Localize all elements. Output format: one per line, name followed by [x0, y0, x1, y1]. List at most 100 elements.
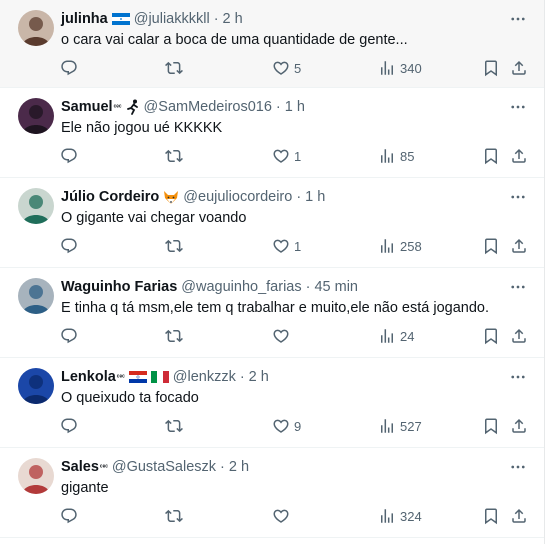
like-button[interactable]: 1	[272, 145, 301, 167]
like-button[interactable]	[272, 325, 294, 347]
bookmark-icon	[482, 147, 500, 165]
repost-button[interactable]	[165, 325, 187, 347]
repost-button[interactable]	[165, 145, 187, 167]
share-button[interactable]	[510, 415, 528, 437]
bookmark-button[interactable]	[482, 415, 500, 437]
reply-header: julinha @juliakkkkll · 2 h	[61, 9, 500, 29]
reply-button[interactable]	[60, 145, 82, 167]
user-badge: ᶜᵉᶜ	[113, 103, 122, 111]
bookmark-button[interactable]	[482, 57, 500, 79]
bookmark-icon	[482, 237, 500, 255]
like-count: 5	[294, 60, 302, 76]
share-icon	[510, 327, 528, 345]
share-icon	[510, 417, 528, 435]
more-icon[interactable]	[506, 97, 530, 117]
reply-icon	[60, 59, 78, 77]
bookmark-button[interactable]	[482, 235, 500, 257]
user-handle[interactable]: @juliakkkkll	[134, 11, 210, 27]
view-count: 85	[400, 148, 415, 164]
reply-header: Waguinho Farias @waguinho_farias · 45 min	[61, 277, 500, 297]
like-button[interactable]: 1	[272, 235, 301, 257]
like-button[interactable]	[272, 505, 294, 527]
reply-time[interactable]: 1 h	[285, 99, 305, 115]
like-icon	[272, 507, 290, 525]
user-handle[interactable]: @eujuliocordeiro	[183, 189, 292, 205]
views-button[interactable]: 340	[378, 57, 422, 79]
reply-item[interactable]: Waguinho Farias @waguinho_farias · 45 min E …	[0, 268, 544, 358]
avatar[interactable]	[18, 98, 54, 134]
more-icon[interactable]	[506, 277, 530, 297]
reply-time[interactable]: 45 min	[314, 279, 358, 295]
bookmark-button[interactable]	[482, 505, 500, 527]
avatar[interactable]	[18, 278, 54, 314]
reply-time[interactable]: 2 h	[223, 11, 243, 27]
repost-button[interactable]	[165, 505, 187, 527]
views-button[interactable]: 24	[378, 325, 414, 347]
views-icon	[378, 417, 396, 435]
bookmark-button[interactable]	[482, 325, 500, 347]
more-icon[interactable]	[506, 457, 530, 477]
reply-text: gigante	[61, 480, 109, 496]
reply-time[interactable]: 2 h	[249, 369, 269, 385]
user-handle[interactable]: @GustaSaleszk	[112, 459, 216, 475]
user-name[interactable]: Samuel	[61, 99, 113, 115]
user-handle[interactable]: @lenkzzk	[173, 369, 236, 385]
reply-item[interactable]: julinha @juliakkkkll · 2 h o cara vai calar …	[0, 0, 544, 88]
reply-button[interactable]	[60, 325, 82, 347]
reply-item[interactable]: Sales ᶜᵉᶜ @GustaSaleszk · 2 h gigante 324	[0, 448, 544, 538]
flag-italy-icon	[150, 371, 169, 383]
avatar[interactable]	[18, 188, 54, 224]
user-handle[interactable]: @SamMedeiros016	[144, 99, 272, 115]
reply-button[interactable]	[60, 505, 82, 527]
reply-button[interactable]	[60, 57, 82, 79]
like-button[interactable]: 5	[272, 57, 301, 79]
reply-time[interactable]: 1 h	[305, 189, 325, 205]
views-button[interactable]: 85	[378, 145, 414, 167]
view-count: 324	[400, 508, 422, 524]
user-handle[interactable]: @waguinho_farias	[181, 279, 301, 295]
like-button[interactable]: 9	[272, 415, 301, 437]
views-button[interactable]: 258	[378, 235, 422, 257]
views-button[interactable]: 324	[378, 505, 422, 527]
more-icon[interactable]	[506, 367, 530, 387]
more-icon[interactable]	[506, 187, 530, 207]
reply-text: E tinha q tá msm,ele tem q trabalhar e m…	[61, 300, 489, 316]
share-button[interactable]	[510, 325, 528, 347]
share-button[interactable]	[510, 57, 528, 79]
reply-button[interactable]	[60, 235, 82, 257]
user-badge: ᶜᵉᶜ	[116, 373, 125, 381]
more-icon[interactable]	[506, 9, 530, 29]
bookmark-button[interactable]	[482, 145, 500, 167]
user-name[interactable]: Lenkola	[61, 369, 116, 385]
share-button[interactable]	[510, 145, 528, 167]
repost-button[interactable]	[165, 415, 187, 437]
user-name[interactable]: julinha	[61, 11, 108, 27]
bookmark-icon	[482, 507, 500, 525]
reply-header: Júlio Cordeiro @eujuliocordeiro · 1 h	[61, 187, 500, 207]
repost-button[interactable]	[165, 57, 187, 79]
share-button[interactable]	[510, 235, 528, 257]
avatar[interactable]	[18, 368, 54, 404]
reply-header: Samuel ᶜᵉᶜ @SamMedeiros016 · 1 h	[61, 97, 500, 117]
reply-button[interactable]	[60, 415, 82, 437]
reply-item[interactable]: Júlio Cordeiro @eujuliocordeiro · 1 h O giga…	[0, 178, 544, 268]
share-button[interactable]	[510, 505, 528, 527]
repost-icon	[165, 237, 183, 255]
like-count: 1	[294, 238, 302, 254]
bookmark-icon	[482, 417, 500, 435]
user-name[interactable]: Sales	[61, 459, 99, 475]
reply-text: Ele não jogou ué KKKKK	[61, 120, 223, 136]
like-icon	[272, 237, 290, 255]
reply-item[interactable]: Samuel ᶜᵉᶜ @SamMedeiros016 · 1 h Ele não jogo…	[0, 88, 544, 178]
repost-button[interactable]	[165, 235, 187, 257]
view-count: 340	[400, 60, 422, 76]
like-icon	[272, 147, 290, 165]
avatar[interactable]	[18, 10, 54, 46]
user-name[interactable]: Waguinho Farias	[61, 279, 177, 295]
reply-time[interactable]: 2 h	[229, 459, 249, 475]
like-count: 1	[294, 148, 302, 164]
avatar[interactable]	[18, 458, 54, 494]
views-button[interactable]: 527	[378, 415, 422, 437]
reply-item[interactable]: Lenkola ᶜᵉᶜ @lenkzzk · 2 h O queixudo ta foca…	[0, 358, 544, 448]
user-name[interactable]: Júlio Cordeiro	[61, 189, 159, 205]
